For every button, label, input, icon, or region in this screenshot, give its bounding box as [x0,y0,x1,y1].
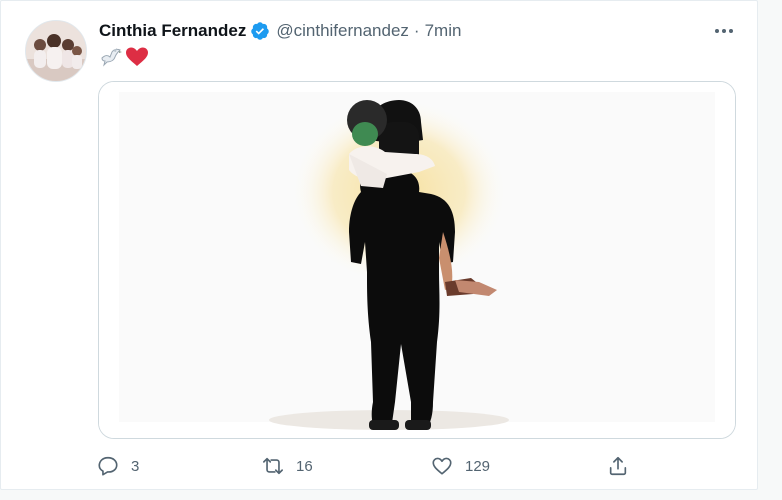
dove-emoji-icon [101,48,122,67]
share-icon [609,456,627,476]
tweet-actions: 3 16 129 [97,452,637,480]
more-options-icon[interactable] [706,21,742,41]
author-handle[interactable]: @cinthifernandez [276,21,409,41]
verified-badge-icon [250,21,270,41]
avatar-photo [26,21,86,81]
tweet-media-image[interactable] [98,81,736,439]
embrace-illustration [99,82,735,438]
avatar[interactable] [25,20,87,82]
author-name[interactable]: Cinthia Fernandez [99,21,246,41]
tweet-header: Cinthia Fernandez @cinthifernandez · 7mi… [99,19,697,43]
red-heart-emoji-icon [126,47,148,66]
tweet-timestamp[interactable]: 7min [425,21,462,41]
retweet-count: 16 [296,457,313,475]
reply-count: 3 [131,457,140,475]
separator-dot: · [413,21,420,40]
tweet-text [99,45,149,69]
retweet-icon [263,457,283,475]
retweet-button[interactable]: 16 [262,452,313,480]
like-count: 129 [465,457,491,475]
heart-icon [432,457,452,475]
reply-icon [98,456,118,476]
tweet-card[interactable]: Cinthia Fernandez @cinthifernandez · 7mi… [0,0,758,490]
reply-button[interactable]: 3 [97,452,139,480]
share-button[interactable] [607,452,629,480]
like-button[interactable]: 129 [431,452,490,480]
